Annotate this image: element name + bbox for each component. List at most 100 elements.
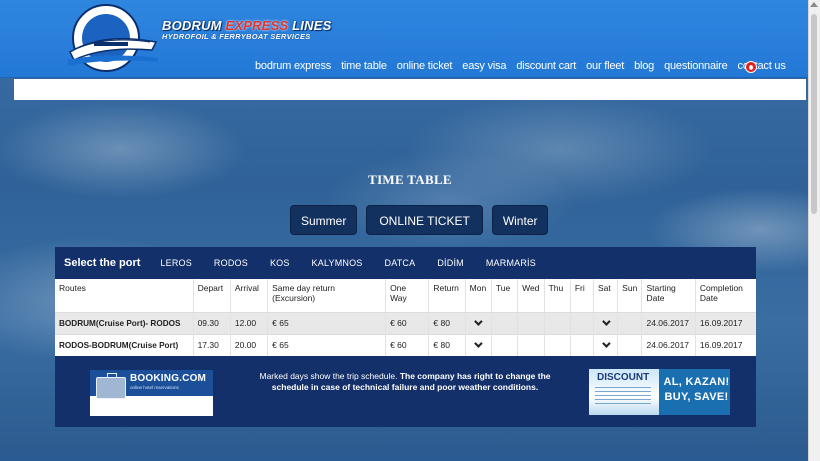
day-sun-cell bbox=[617, 333, 643, 356]
col-fri: Fri bbox=[570, 279, 594, 312]
booking-logo: BOOKING.COM bbox=[130, 373, 207, 384]
season-buttons: Summer ONLINE TICKET Winter bbox=[290, 205, 549, 235]
discount-card-icon: DISCOUNT bbox=[589, 369, 659, 415]
brand-name[interactable]: BODRUM EXPRESS LINES bbox=[162, 18, 331, 33]
discount-logo: DISCOUNT bbox=[597, 372, 650, 383]
col-one-way: One Way bbox=[385, 279, 430, 312]
col-same-day-return: Same day return (Excursion) bbox=[267, 279, 387, 312]
check-chevron-icon bbox=[602, 339, 611, 349]
winter-button[interactable]: Winter bbox=[491, 205, 549, 235]
schedule-table: Routes Depart Arrival Same day return (Ex… bbox=[55, 279, 756, 356]
scroll-up-arrow-icon[interactable] bbox=[810, 2, 818, 7]
table-row: BODRUM(Cruise Port)- RODOS 09.30 12.00 €… bbox=[55, 311, 756, 334]
check-chevron-icon bbox=[602, 317, 611, 326]
nav-bodrum-express[interactable]: bodrum express bbox=[255, 60, 331, 72]
brand-name-part2: LINES bbox=[288, 18, 332, 33]
discount-slogan-line2: BUY, SAVE! bbox=[664, 391, 729, 403]
day-tue-cell bbox=[491, 311, 519, 334]
col-end-line2: Date bbox=[699, 293, 718, 303]
one-way-price-cell: € 60 bbox=[385, 311, 430, 334]
day-sat-cell bbox=[593, 333, 619, 356]
brand-tagline: HYDROFOIL & FERRYBOAT SERVICES bbox=[162, 32, 311, 41]
start-date-cell: 24.06.2017 bbox=[641, 333, 696, 356]
timetable-footer: BOOKING.COM online hotel reservations Ma… bbox=[55, 360, 756, 427]
nav-our-fleet[interactable]: our fleet bbox=[586, 60, 624, 72]
nav-easy-visa[interactable]: easy visa bbox=[462, 60, 506, 72]
col-one-way-line2: Way bbox=[390, 293, 407, 303]
col-arrival: Arrival bbox=[230, 279, 269, 312]
day-tue-cell bbox=[491, 333, 519, 356]
col-one-way-line1: One bbox=[390, 283, 407, 293]
day-fri-cell bbox=[570, 333, 594, 356]
port-tab-didim[interactable]: DİDİM bbox=[437, 258, 464, 268]
booking-banner[interactable]: BOOKING.COM online hotel reservations bbox=[90, 370, 213, 416]
port-tab-kos[interactable]: KOS bbox=[270, 258, 290, 268]
day-mon-cell bbox=[465, 333, 492, 356]
col-wed: Wed bbox=[517, 279, 545, 312]
discount-slogan: AL, KAZAN! BUY, SAVE! bbox=[663, 375, 730, 405]
logo-emblem-icon[interactable] bbox=[64, 2, 162, 74]
same-day-price-cell: € 65 bbox=[267, 333, 387, 356]
page-title: TIME TABLE bbox=[368, 172, 452, 187]
timetable-panel: Select the port LEROS RODOS KOS KALYMNOS… bbox=[55, 247, 756, 427]
notice-plain: Marked days show the trip schedule. bbox=[259, 371, 398, 381]
port-tab-leros[interactable]: LEROS bbox=[160, 258, 192, 268]
col-tue: Tue bbox=[491, 279, 519, 312]
nav-online-ticket[interactable]: online ticket bbox=[397, 60, 453, 72]
route-cell: RODOS-BODRUM(Cruise Port) bbox=[55, 333, 194, 356]
day-thu-cell bbox=[544, 311, 571, 334]
scrollbar-thumb[interactable] bbox=[811, 14, 817, 214]
nav-blog[interactable]: blog bbox=[634, 60, 654, 72]
arrival-cell: 20.00 bbox=[230, 333, 269, 356]
depart-cell: 09.30 bbox=[193, 311, 231, 334]
port-selector: Select the port LEROS RODOS KOS KALYMNOS… bbox=[55, 247, 756, 279]
col-end-line1: Completion bbox=[699, 283, 743, 293]
col-same-day-line1: Same day return bbox=[272, 283, 335, 293]
day-sat-cell bbox=[593, 311, 619, 334]
port-tab-datca[interactable]: DATCA bbox=[385, 258, 416, 268]
col-sun: Sun bbox=[617, 279, 643, 312]
booking-tagline: online hotel reservations bbox=[130, 385, 179, 390]
nav-questionnaire[interactable]: questionnaire bbox=[664, 60, 728, 72]
day-sun-cell bbox=[617, 311, 643, 334]
table-row: RODOS-BODRUM(Cruise Port) 17.30 20.00 € … bbox=[55, 333, 756, 356]
one-way-price-cell: € 60 bbox=[385, 333, 430, 356]
col-thu: Thu bbox=[544, 279, 571, 312]
table-header-row: Routes Depart Arrival Same day return (Ex… bbox=[55, 279, 756, 312]
col-return: Return bbox=[428, 279, 466, 312]
discount-card-lines bbox=[595, 387, 651, 407]
schedule-notice: Marked days show the trip schedule. The … bbox=[245, 371, 565, 393]
main-nav: bodrum express time table online ticket … bbox=[255, 60, 796, 72]
col-starting-date: Starting Date bbox=[641, 279, 696, 312]
end-date-cell: 16.09.2017 bbox=[695, 311, 756, 334]
end-date-cell: 16.09.2017 bbox=[695, 333, 756, 356]
day-thu-cell bbox=[544, 333, 571, 356]
check-chevron-icon bbox=[473, 339, 483, 349]
header-divider-bar bbox=[14, 79, 806, 100]
day-wed-cell bbox=[517, 311, 545, 334]
discount-banner[interactable]: DISCOUNT AL, KAZAN! BUY, SAVE! bbox=[589, 369, 730, 415]
port-tab-kalymnos[interactable]: KALYMNOS bbox=[312, 258, 363, 268]
port-tab-rodos[interactable]: RODOS bbox=[214, 258, 248, 268]
summer-button[interactable]: Summer bbox=[290, 205, 358, 235]
arrival-cell: 12.00 bbox=[230, 311, 269, 334]
col-completion-date: Completion Date bbox=[695, 279, 756, 312]
day-mon-cell bbox=[465, 311, 492, 334]
col-routes: Routes bbox=[55, 279, 194, 312]
col-sat: Sat bbox=[593, 279, 619, 312]
nav-time-table[interactable]: time table bbox=[341, 60, 387, 72]
port-tab-marmaris[interactable]: MARMARİS bbox=[486, 258, 536, 268]
depart-cell: 17.30 bbox=[193, 333, 231, 356]
nav-discount-cart[interactable]: discount cart bbox=[516, 60, 576, 72]
site-header: BODRUM EXPRESS LINES HYDROFOIL & FERRYBO… bbox=[0, 0, 820, 78]
route-cell: BODRUM(Cruise Port)- RODOS bbox=[55, 311, 194, 334]
bottom-fade bbox=[0, 443, 808, 461]
col-same-day-line2: (Excursion) bbox=[272, 293, 316, 303]
turkish-flag-icon[interactable] bbox=[745, 61, 757, 73]
brand-name-accent: EXPRESS bbox=[225, 18, 289, 33]
day-fri-cell bbox=[570, 311, 594, 334]
return-price-cell: € 80 bbox=[428, 333, 466, 356]
col-depart: Depart bbox=[193, 279, 231, 312]
col-start-line2: Date bbox=[646, 293, 665, 303]
online-ticket-button[interactable]: ONLINE TICKET bbox=[366, 205, 483, 235]
